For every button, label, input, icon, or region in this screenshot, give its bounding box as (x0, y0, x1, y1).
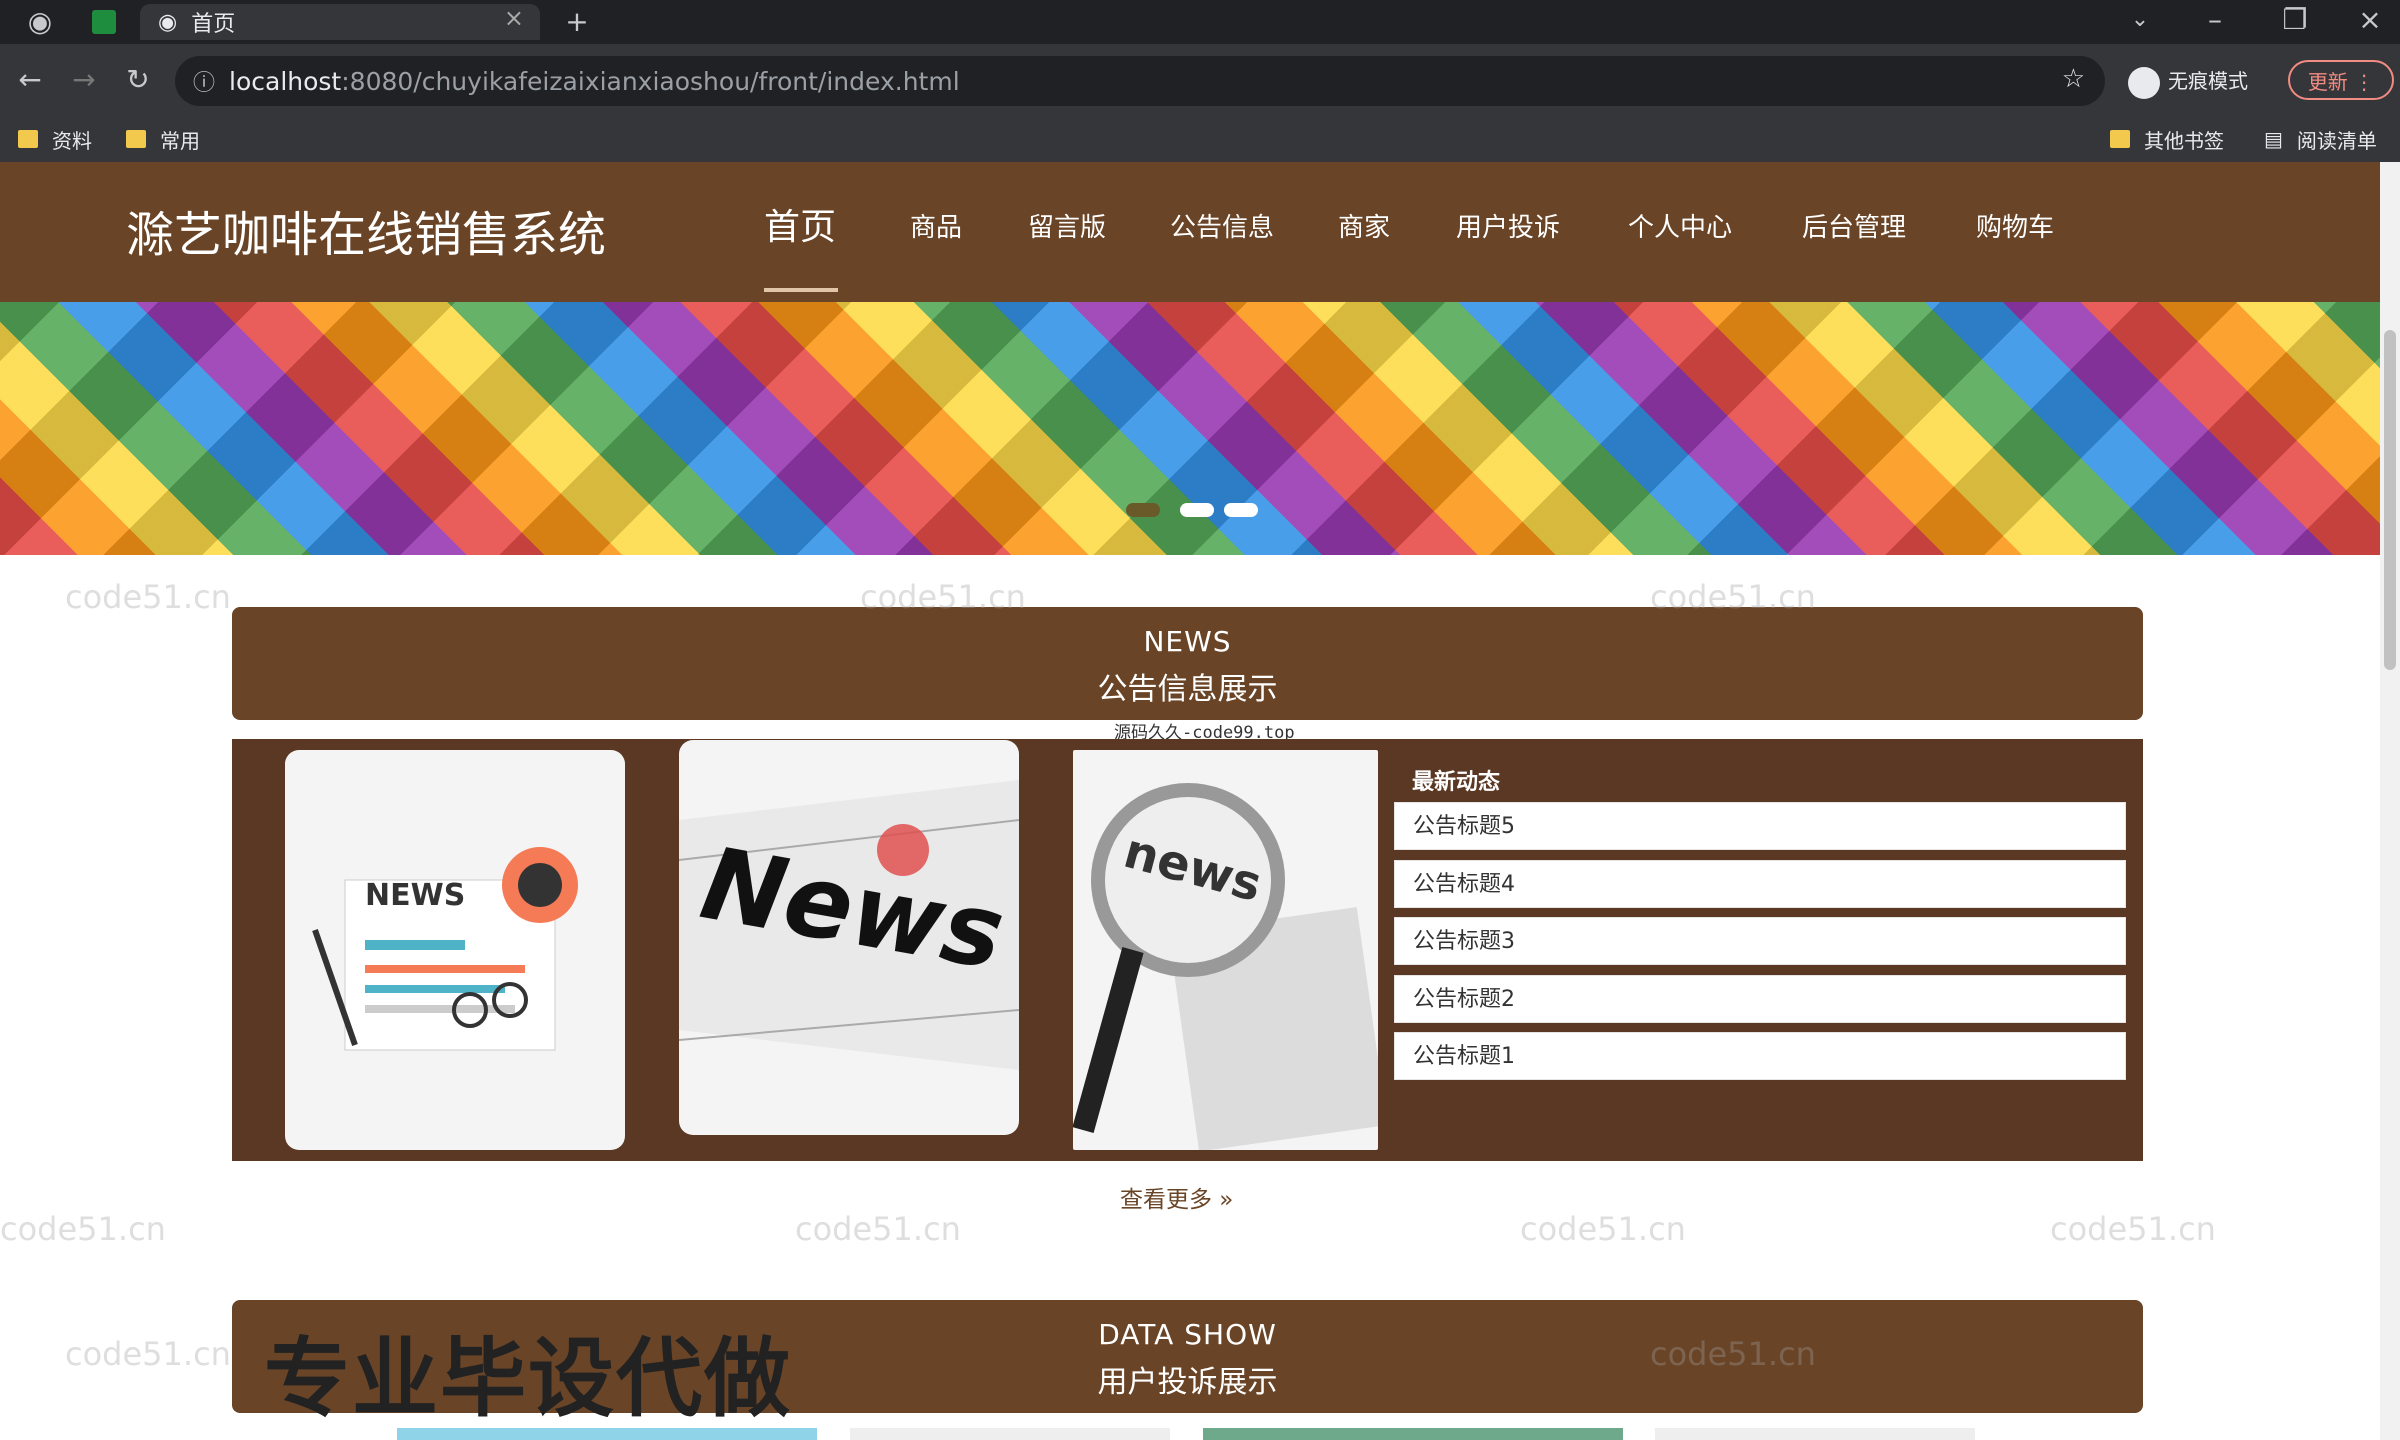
address-bar[interactable]: ⓘ localhost:8080/chuyikafeizaixianxiaosh… (175, 56, 2105, 106)
nav-announcements[interactable]: 公告信息 (1170, 200, 1274, 256)
url-path: :8080/chuyikafeizaixianxiaoshou/front/in… (341, 66, 960, 96)
sheet-tab-icon[interactable] (92, 10, 116, 34)
reload-icon[interactable]: ↻ (118, 60, 158, 100)
nav-guestbook[interactable]: 留言版 (1028, 200, 1106, 256)
news-card-1[interactable]: NEWS (285, 750, 625, 1150)
watermark: code51.cn (65, 1335, 231, 1373)
watermark: code51.cn (65, 578, 231, 616)
banner-pattern (0, 302, 2380, 555)
close-tab-icon[interactable]: × (504, 4, 524, 32)
nav-products[interactable]: 商品 (910, 200, 962, 256)
news-list-item[interactable]: 公告标题2 (1394, 975, 2126, 1023)
nav-home[interactable]: 首页 (764, 200, 836, 256)
chevron-down-icon[interactable]: ⌄ (2120, 0, 2160, 40)
complaint-card[interactable] (397, 1428, 817, 1440)
nav-cart[interactable]: 购物车 (1976, 200, 2054, 256)
see-more-link[interactable]: 查看更多 » (1120, 1180, 1233, 1214)
watermark: code51.cn (2050, 1210, 2216, 1248)
window-close-icon[interactable]: × (2350, 0, 2390, 40)
banner-carousel[interactable] (0, 302, 2380, 555)
carousel-dot[interactable] (1126, 503, 1160, 517)
news-card-3[interactable]: news (1073, 750, 1378, 1150)
watermark: code51.cn (795, 1210, 961, 1248)
reading-list-label: 阅读清单 (2296, 128, 2377, 153)
nav-personal-center[interactable]: 个人中心 (1628, 200, 1732, 256)
news-list-item[interactable]: 公告标题5 (1394, 802, 2126, 850)
update-label: 更新 (2307, 70, 2348, 94)
section-title-cn: 公告信息展示 (1097, 672, 1278, 707)
scrollbar-thumb[interactable] (2384, 330, 2396, 670)
complaint-card[interactable] (1203, 1428, 1623, 1440)
news-illustration-3 (1073, 783, 1378, 1150)
other-bookmarks[interactable]: 其他书签 (2110, 124, 2224, 154)
carousel-dot[interactable] (1224, 503, 1258, 517)
folder-icon (18, 130, 38, 148)
nav-active-indicator (764, 288, 838, 292)
info-icon: ⓘ (193, 71, 216, 96)
minimize-icon[interactable]: – (2195, 0, 2235, 40)
globe-icon: ◉ (158, 9, 178, 35)
nav-merchants[interactable]: 商家 (1338, 200, 1390, 256)
star-icon[interactable]: ☆ (2062, 64, 2085, 94)
update-button[interactable]: 更新 ⋮ (2288, 60, 2394, 100)
bookmark-folder-1[interactable]: 资料 (18, 124, 92, 154)
news-illustration-1 (312, 847, 578, 1051)
bookmark-folder-2[interactable]: 常用 (126, 124, 200, 154)
bookmark-label: 常用 (160, 128, 200, 153)
incognito-label: 无痕模式 (2168, 69, 2248, 93)
new-tab-icon[interactable]: + (555, 2, 599, 42)
news-list-item[interactable]: 公告标题4 (1394, 860, 2126, 908)
news-section-header: NEWS 公告信息展示 (232, 607, 2143, 720)
complaint-card[interactable] (1655, 1428, 1975, 1440)
watermark: code51.cn (0, 1210, 166, 1248)
nav-admin[interactable]: 后台管理 (1802, 200, 1906, 256)
folder-icon (126, 130, 146, 148)
incognito-icon (2128, 66, 2160, 99)
promo-text: 专业毕设代做 (264, 1329, 792, 1429)
complaint-card[interactable] (850, 1428, 1170, 1440)
incognito-indicator[interactable]: 无痕模式 (2128, 62, 2278, 100)
browser-app-icon[interactable]: ◉ (20, 2, 60, 42)
news-list-item[interactable]: 公告标题1 (1394, 1032, 2126, 1080)
news-card-2[interactable]: News (679, 740, 1019, 1135)
back-icon[interactable]: ← (10, 60, 50, 100)
other-bookmarks-label: 其他书签 (2144, 128, 2224, 153)
tab-title: 首页 (191, 12, 236, 37)
bookmark-label: 资料 (52, 128, 92, 153)
latest-news-title: 最新动态 (1412, 770, 1501, 795)
tab-home[interactable]: ◉ 首页 × (140, 4, 540, 40)
forward-icon[interactable]: → (64, 60, 104, 100)
bookmarks-bar (0, 116, 2400, 162)
site-title: 滁艺咖啡在线销售系统 (126, 207, 607, 263)
watermark: code51.cn (1520, 1210, 1686, 1248)
reading-list[interactable]: ▤ 阅读清单 (2264, 124, 2377, 154)
nav-complaints[interactable]: 用户投诉 (1456, 200, 1560, 256)
news-list-item[interactable]: 公告标题3 (1394, 917, 2126, 965)
reading-list-icon: ▤ (2264, 127, 2283, 151)
url-host: localhost (229, 66, 342, 96)
card-text: NEWS (365, 878, 466, 913)
section-title-en: NEWS (1143, 625, 1232, 658)
restore-icon[interactable]: ❐ (2275, 0, 2315, 40)
carousel-dot[interactable] (1180, 503, 1214, 517)
folder-icon (2110, 130, 2130, 148)
